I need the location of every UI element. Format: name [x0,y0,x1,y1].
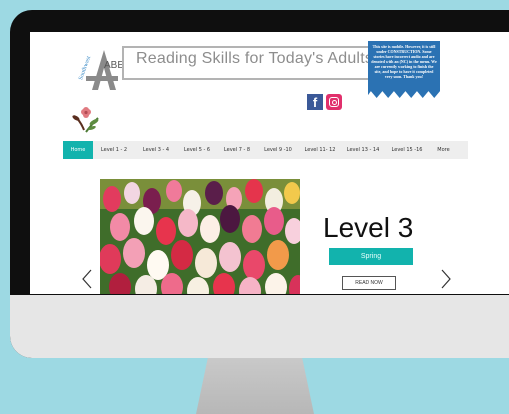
nav-item-level-3-4[interactable]: Level 3 - 4 [135,141,177,159]
nav-item-home[interactable]: Home [63,141,93,159]
nav-item-level-15-16[interactable]: Level 15 -16 [385,141,429,159]
flower-icon [72,107,99,133]
nav-item-level-9-10[interactable]: Level 9 -10 [257,141,299,159]
season-badge: Spring [329,248,413,265]
main-nav: Home Level 1 - 2 Level 3 - 4 Level 5 - 6… [63,141,468,159]
nav-item-level-1-2[interactable]: Level 1 - 2 [93,141,135,159]
chevron-left-icon[interactable] [81,268,93,290]
monitor-stand [196,358,314,414]
chevron-right-icon[interactable] [440,268,452,290]
abe-logo[interactable]: Southwest ABE [74,46,126,92]
tulips-photo [100,179,300,294]
site-title: Reading Skills for Today's Adults [136,50,374,67]
nav-item-level-5-6[interactable]: Level 5 - 6 [177,141,217,159]
construction-notice: This site is mobile. However, it is stil… [368,41,440,98]
monitor-chin [10,295,509,358]
nav-item-level-13-14[interactable]: Level 13 - 14 [341,141,385,159]
instagram-icon[interactable] [326,94,342,110]
nav-item-level-11-12[interactable]: Level 11- 12 [299,141,341,159]
nav-item-level-7-8[interactable]: Level 7 - 8 [217,141,257,159]
browser-screen: Southwest ABE Reading Skills for Today's… [30,32,509,294]
nav-item-more[interactable]: More [429,141,458,159]
facebook-icon[interactable]: f [307,94,323,110]
read-now-button[interactable]: READ NOW [342,276,396,290]
slide-heading: Level 3 [323,212,414,243]
